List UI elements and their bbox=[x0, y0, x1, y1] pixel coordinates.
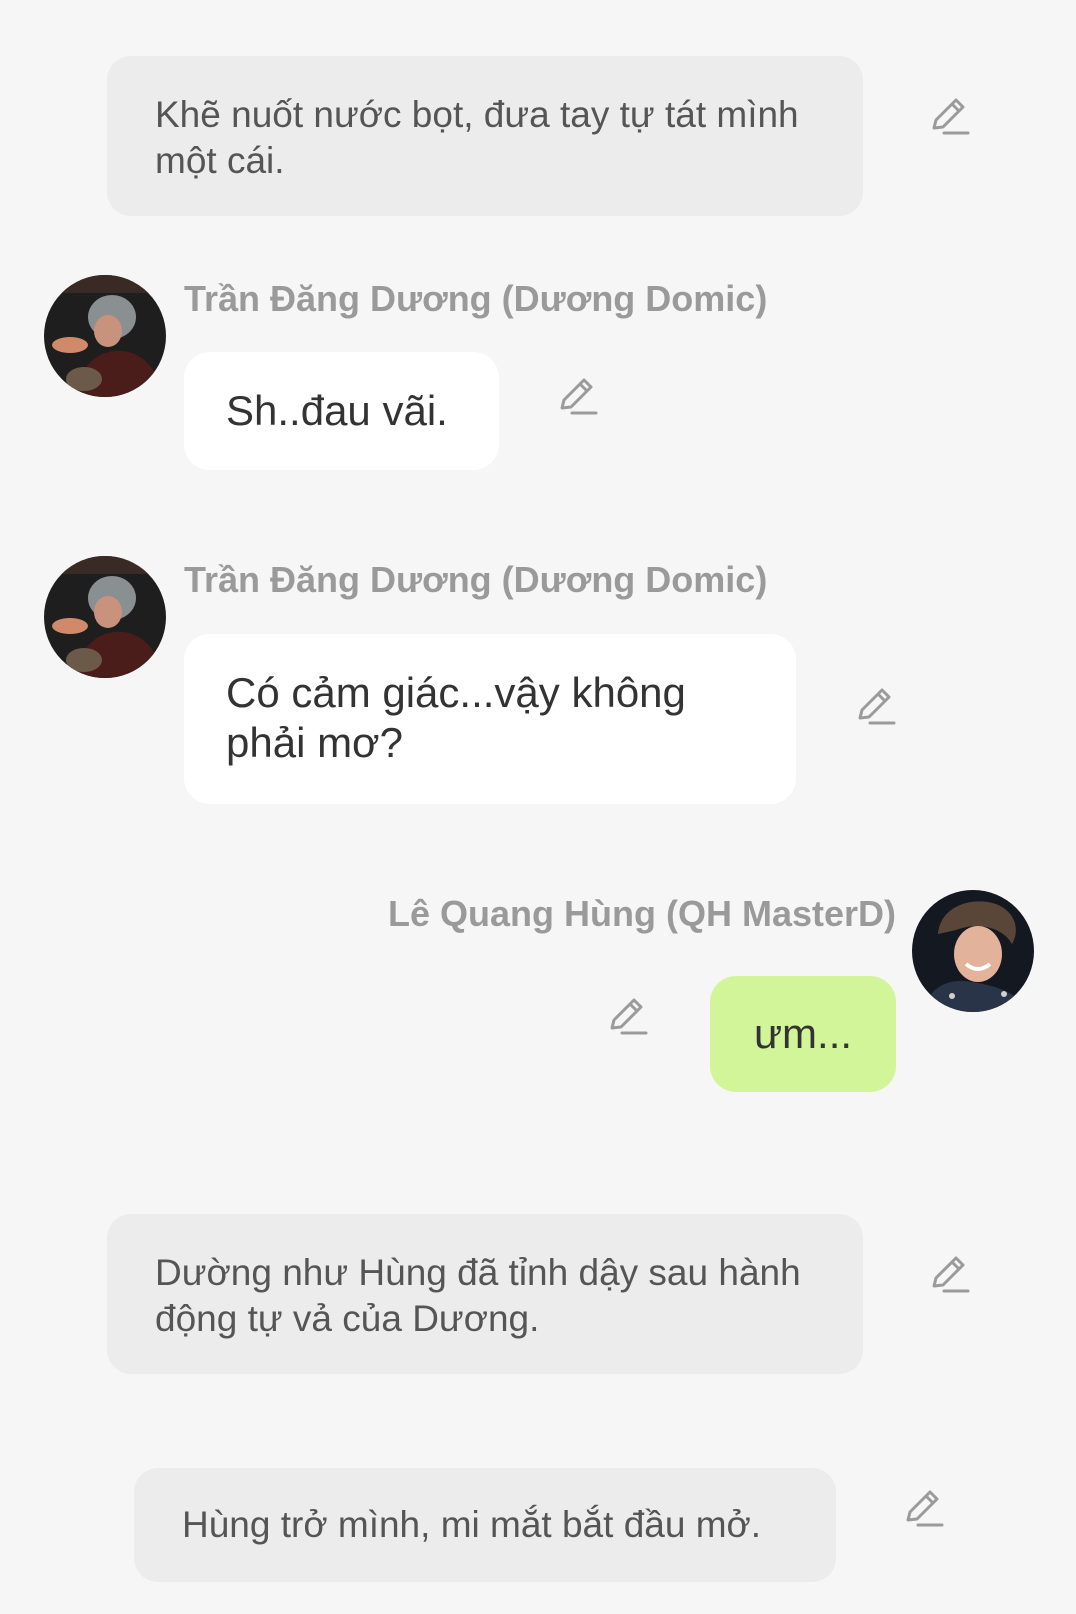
message-text: Sh..đau vãi. bbox=[226, 387, 448, 434]
avatar[interactable] bbox=[44, 556, 166, 678]
edit-icon[interactable] bbox=[900, 1486, 944, 1530]
message-bubble: ưm... bbox=[710, 976, 896, 1092]
edit-icon[interactable] bbox=[604, 994, 648, 1038]
narration-text: Hùng trở mình, mi mắt bắt đầu mở. bbox=[182, 1504, 762, 1545]
narration-bubble: Khẽ nuốt nước bọt, đưa tay tự tát mình m… bbox=[107, 56, 863, 216]
sender-name: Lê Quang Hùng (QH MasterD) bbox=[387, 893, 896, 934]
sender-name: Trần Đăng Dương (Dương Domic) bbox=[184, 559, 768, 600]
edit-icon[interactable] bbox=[926, 94, 970, 138]
narration-bubble: Dường như Hùng đã tỉnh dậy sau hành động… bbox=[107, 1214, 863, 1374]
narration-text: Khẽ nuốt nước bọt, đưa tay tự tát mình m… bbox=[155, 94, 799, 181]
edit-icon[interactable] bbox=[926, 1252, 970, 1296]
narration-bubble: Hùng trở mình, mi mắt bắt đầu mở. bbox=[134, 1468, 836, 1582]
narration-text: Dường như Hùng đã tỉnh dậy sau hành động… bbox=[155, 1252, 801, 1339]
edit-icon[interactable] bbox=[554, 374, 598, 418]
sender-name: Trần Đăng Dương (Dương Domic) bbox=[184, 278, 768, 319]
avatar[interactable] bbox=[44, 275, 166, 397]
message-text: Có cảm giác...vậy không phải mơ? bbox=[226, 669, 686, 766]
avatar[interactable] bbox=[912, 890, 1034, 1012]
message-text: ưm... bbox=[753, 1010, 853, 1057]
message-bubble: Sh..đau vãi. bbox=[184, 352, 499, 470]
message-bubble: Có cảm giác...vậy không phải mơ? bbox=[184, 634, 796, 804]
edit-icon[interactable] bbox=[852, 684, 896, 728]
